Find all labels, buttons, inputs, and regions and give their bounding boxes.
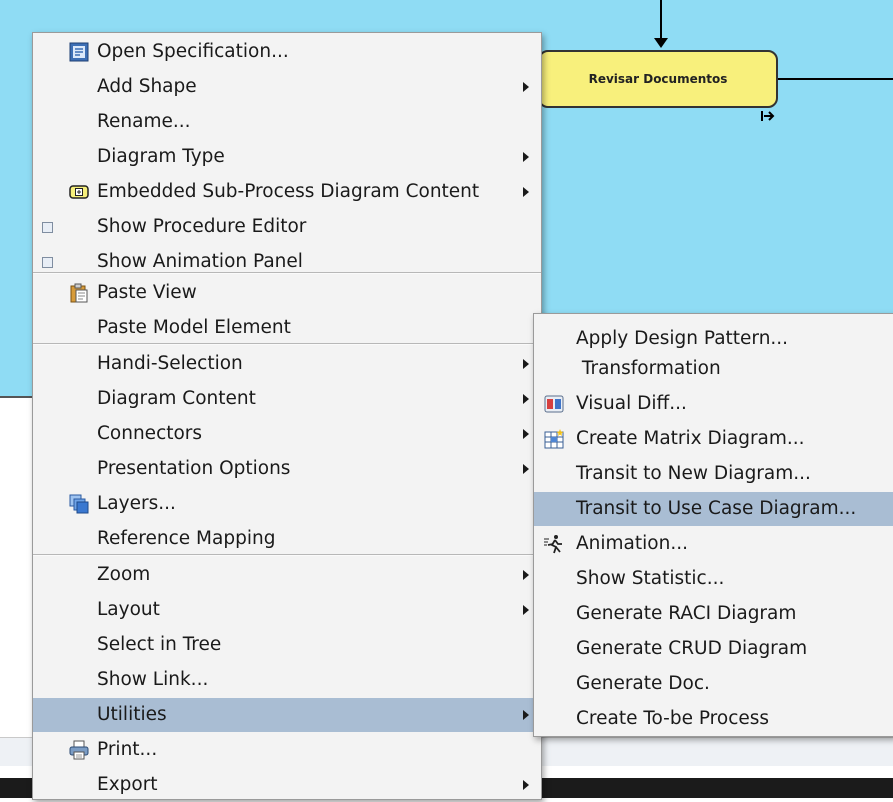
menu-item-show-procedure-editor[interactable]: Show Procedure Editor xyxy=(33,210,541,244)
menu-separator xyxy=(33,343,541,345)
menu-item-label: Show Link... xyxy=(97,669,209,690)
submenu-arrow-icon xyxy=(523,187,529,197)
menu-item-label: Transformation xyxy=(576,358,721,379)
layers-icon xyxy=(69,494,89,514)
menu-item-presentation-options[interactable]: Presentation Options xyxy=(33,452,541,486)
menu-item-label: Animation... xyxy=(576,533,688,554)
menu-item-handi-selection[interactable]: Handi-Selection xyxy=(33,347,541,381)
animation-icon xyxy=(544,535,562,554)
menu-item-label: Layout xyxy=(97,599,160,620)
menu-item-label: Diagram Type xyxy=(97,146,225,167)
menu-item-rename[interactable]: Rename... xyxy=(33,105,541,139)
incoming-connector[interactable] xyxy=(660,0,662,40)
printer-icon xyxy=(69,740,89,760)
submenu-item-transformation[interactable]: Transformation xyxy=(534,352,893,386)
submenu-arrow-icon xyxy=(523,394,529,404)
menu-item-label: Transit to New Diagram... xyxy=(576,463,811,484)
submenu-arrow-icon xyxy=(523,359,529,369)
submenu-arrow-icon xyxy=(523,710,529,720)
context-menu: Open Specification... Add Shape Rename..… xyxy=(32,32,542,800)
menu-item-label: Utilities xyxy=(97,704,167,725)
menu-item-label: Handi-Selection xyxy=(97,353,243,374)
utilities-submenu: Apply Design Pattern... Transformation V… xyxy=(533,313,893,737)
clipboard-icon xyxy=(70,283,88,303)
menu-item-label: Visual Diff... xyxy=(576,393,687,414)
task-shape-revisar-documentos[interactable]: Revisar Documentos xyxy=(538,50,778,108)
menu-item-select-in-tree[interactable]: Select in Tree xyxy=(33,628,541,662)
checkbox-icon[interactable] xyxy=(42,222,53,233)
menu-item-label: Print... xyxy=(97,739,158,760)
submenu-item-generate-doc[interactable]: Generate Doc. xyxy=(534,667,893,701)
menu-item-label: Transit to Use Case Diagram... xyxy=(576,498,857,519)
connector-handle-icon[interactable] xyxy=(760,108,776,124)
menu-item-label: Generate RACI Diagram xyxy=(576,603,797,624)
menu-item-utilities[interactable]: Utilities xyxy=(33,698,541,732)
menu-item-label: Connectors xyxy=(97,423,203,444)
menu-item-label: Layers... xyxy=(97,493,176,514)
submenu-item-generate-raci-diagram[interactable]: Generate RACI Diagram xyxy=(534,597,893,631)
submenu-item-show-statistic[interactable]: Show Statistic... xyxy=(534,562,893,596)
menu-item-paste-view[interactable]: Paste View xyxy=(33,276,541,310)
menu-item-connectors[interactable]: Connectors xyxy=(33,417,541,451)
menu-item-label: Rename... xyxy=(97,111,191,132)
menu-item-reference-mapping[interactable]: Reference Mapping xyxy=(33,522,541,556)
submenu-arrow-icon xyxy=(523,464,529,474)
submenu-item-create-to-be-process[interactable]: Create To-be Process xyxy=(534,702,893,736)
menu-item-open-specification[interactable]: Open Specification... xyxy=(33,35,541,69)
submenu-arrow-icon xyxy=(523,780,529,790)
submenu-arrow-icon xyxy=(523,429,529,439)
menu-item-label: Create To-be Process xyxy=(576,708,770,729)
menu-item-label: Diagram Content xyxy=(97,388,256,409)
menu-item-diagram-content[interactable]: Diagram Content xyxy=(33,382,541,416)
menu-item-label: Add Shape xyxy=(97,76,197,97)
menu-item-show-link[interactable]: Show Link... xyxy=(33,663,541,697)
submenu-item-create-matrix-diagram[interactable]: Create Matrix Diagram... xyxy=(534,422,893,456)
submenu-item-apply-design-pattern[interactable]: Apply Design Pattern... xyxy=(534,322,893,356)
submenu-arrow-icon xyxy=(523,570,529,580)
menu-item-label: Open Specification... xyxy=(97,41,289,62)
menu-item-embedded-sub-process[interactable]: Embedded Sub-Process Diagram Content xyxy=(33,175,541,209)
menu-item-label: Generate CRUD Diagram xyxy=(576,638,808,659)
submenu-arrow-icon xyxy=(523,605,529,615)
menu-separator xyxy=(33,272,541,274)
menu-item-print[interactable]: Print... xyxy=(33,733,541,767)
menu-item-label: Export xyxy=(97,774,158,795)
sub-process-icon xyxy=(69,185,89,199)
menu-item-label: Apply Design Pattern... xyxy=(576,328,789,349)
menu-item-label: Embedded Sub-Process Diagram Content xyxy=(97,181,480,202)
outgoing-connector[interactable] xyxy=(778,78,893,80)
submenu-item-generate-crud-diagram[interactable]: Generate CRUD Diagram xyxy=(534,632,893,666)
menu-item-layout[interactable]: Layout xyxy=(33,593,541,627)
submenu-item-transit-to-new-diagram[interactable]: Transit to New Diagram... xyxy=(534,457,893,491)
menu-item-diagram-type[interactable]: Diagram Type xyxy=(33,140,541,174)
menu-item-label: Create Matrix Diagram... xyxy=(576,428,805,449)
submenu-arrow-icon xyxy=(523,82,529,92)
visual-diff-icon xyxy=(544,395,564,413)
specification-icon xyxy=(69,42,89,62)
menu-item-label: Paste View xyxy=(97,282,197,303)
menu-item-layers[interactable]: Layers... xyxy=(33,487,541,521)
menu-item-label: Zoom xyxy=(97,564,151,585)
checkbox-icon[interactable] xyxy=(42,257,53,268)
menu-item-export[interactable]: Export xyxy=(33,768,541,802)
submenu-arrow-icon xyxy=(523,152,529,162)
menu-item-label: Show Procedure Editor xyxy=(97,216,307,237)
connector-arrowhead xyxy=(654,38,668,48)
matrix-diagram-icon xyxy=(544,429,564,449)
menu-item-label: Show Statistic... xyxy=(576,568,725,589)
menu-separator xyxy=(33,554,541,556)
menu-item-label: Presentation Options xyxy=(97,458,291,479)
menu-item-label: Select in Tree xyxy=(97,634,222,655)
submenu-item-transit-to-use-case-diagram[interactable]: Transit to Use Case Diagram... xyxy=(534,492,893,526)
menu-item-add-shape[interactable]: Add Shape xyxy=(33,70,541,104)
task-shape-label: Revisar Documentos xyxy=(588,72,728,86)
menu-item-paste-model-element[interactable]: Paste Model Element xyxy=(33,311,541,345)
menu-item-label: Reference Mapping xyxy=(97,528,276,549)
menu-item-label: Generate Doc. xyxy=(576,673,710,694)
menu-item-label: Paste Model Element xyxy=(97,317,291,338)
submenu-item-animation[interactable]: Animation... xyxy=(534,527,893,561)
submenu-item-visual-diff[interactable]: Visual Diff... xyxy=(534,387,893,421)
menu-item-zoom[interactable]: Zoom xyxy=(33,558,541,592)
